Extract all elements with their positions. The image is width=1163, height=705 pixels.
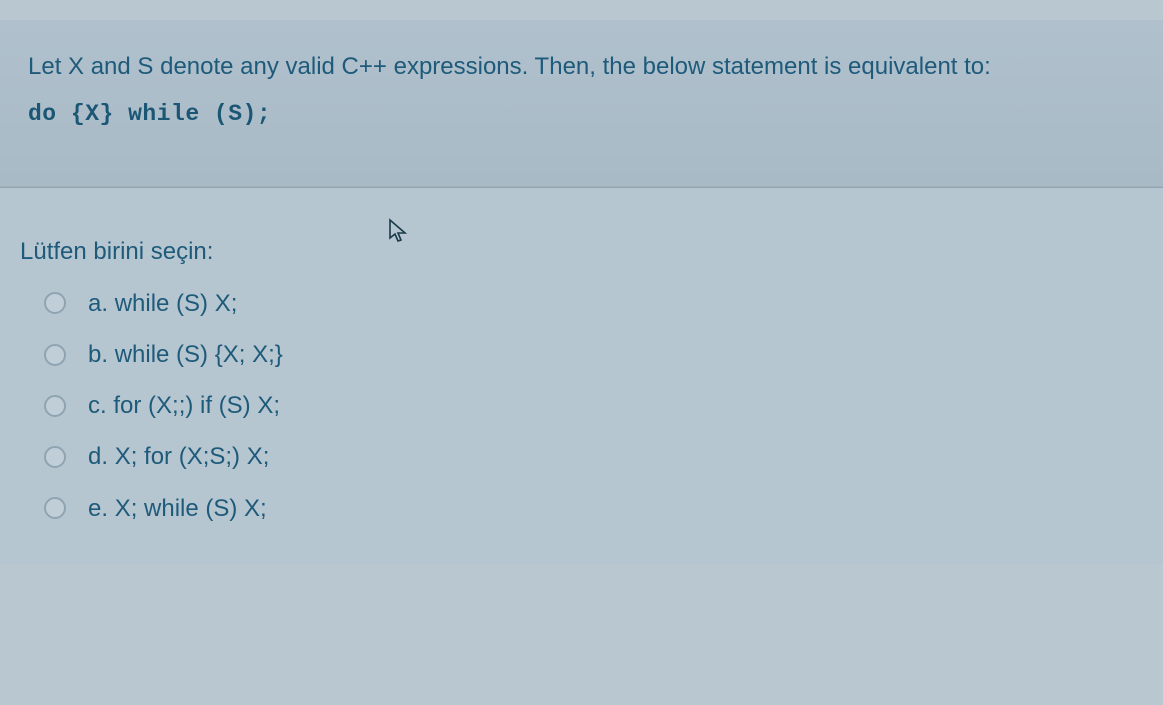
option-d[interactable]: d. X; for (X;S;) X; [44,441,1143,472]
options-list: a. while (S) X; b. while (S) {X; X;} c. … [20,288,1143,524]
quiz-page: Let X and S denote any valid C++ express… [0,0,1163,705]
answer-area: Lütfen birini seçin: a. while (S) X; b. … [0,188,1163,564]
option-c-label: c. for (X;;) if (S) X; [88,390,280,421]
radio-a[interactable] [44,292,66,314]
option-a-label: a. while (S) X; [88,288,237,319]
option-d-text: X; for (X;S;) X; [115,443,270,470]
radio-d[interactable] [44,446,66,468]
option-a[interactable]: a. while (S) X; [44,288,1143,319]
question-box: Let X and S denote any valid C++ express… [0,20,1163,188]
option-b[interactable]: b. while (S) {X; X;} [44,339,1143,370]
option-e[interactable]: e. X; while (S) X; [44,493,1143,524]
radio-b[interactable] [44,344,66,366]
option-b-letter: b. [88,341,108,368]
question-text: Let X and S denote any valid C++ express… [28,50,1135,85]
select-prompt: Lütfen birini seçin: [20,238,1143,266]
option-b-label: b. while (S) {X; X;} [88,339,283,370]
option-d-letter: d. [88,443,108,470]
option-e-letter: e. [88,495,108,522]
radio-e[interactable] [44,497,66,519]
option-d-label: d. X; for (X;S;) X; [88,441,269,472]
option-c[interactable]: c. for (X;;) if (S) X; [44,390,1143,421]
option-a-text: while (S) X; [115,290,238,317]
option-e-label: e. X; while (S) X; [88,493,267,524]
option-b-text: while (S) {X; X;} [115,341,283,368]
radio-c[interactable] [44,395,66,417]
option-c-text: for (X;;) if (S) X; [113,392,280,419]
question-code: do {X} while (S); [28,101,1135,127]
option-e-text: X; while (S) X; [115,495,267,522]
option-c-letter: c. [88,392,107,419]
option-a-letter: a. [88,290,108,317]
